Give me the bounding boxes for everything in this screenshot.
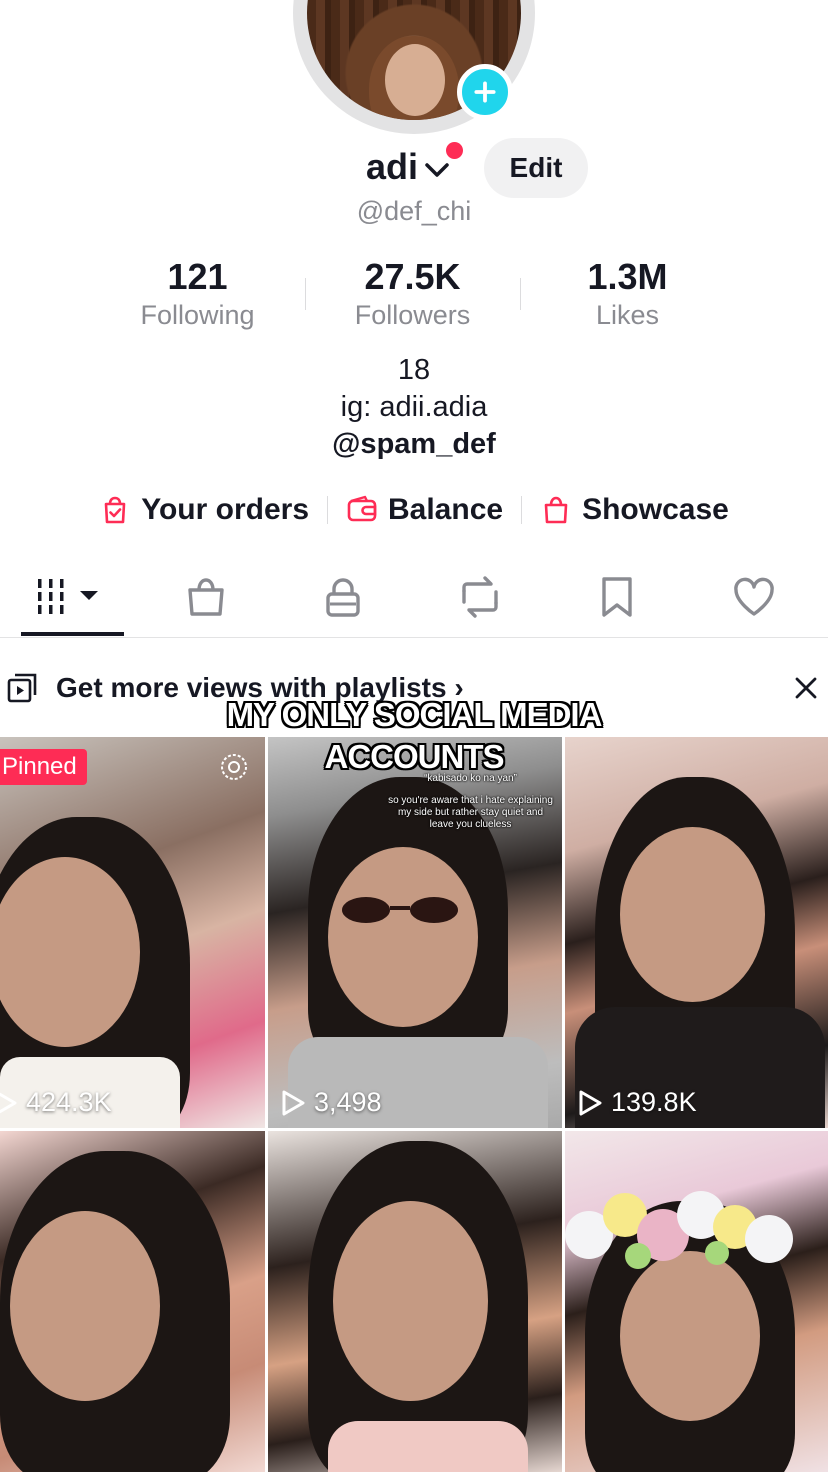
wallet-icon: [347, 495, 377, 522]
bio-line: 18: [397, 354, 431, 386]
avatar-face: [385, 44, 445, 116]
profile-avatar[interactable]: [293, 0, 535, 134]
bio-line: ig: adii.adia: [340, 391, 488, 423]
heart-icon: [733, 577, 774, 616]
edit-profile-button[interactable]: Edit: [484, 138, 588, 198]
view-count-text: 3,498: [314, 1087, 382, 1117]
bookmark-icon: [601, 577, 632, 617]
video-caption-text: so you're aware that i hate explaining m…: [388, 795, 553, 830]
sunglasses-icon: [342, 897, 458, 923]
overlay-caption-line: MY ONLY SOCIAL MEDIA: [226, 696, 603, 733]
tab-private[interactable]: [274, 560, 411, 634]
video-grid: Pinned 424.3K “kabisado ko na yan” so yo…: [0, 737, 828, 1472]
followers-count: 27.5K: [364, 256, 461, 297]
view-count-text: 139.8K: [611, 1087, 697, 1117]
video-caption: “kabisado ko na yan” so you're aware tha…: [388, 773, 553, 831]
shop-row: Your orders Balance Showcase: [0, 488, 828, 532]
orders-bag-icon: [104, 496, 126, 524]
following-label: Following: [140, 300, 255, 330]
repost-icon: [461, 576, 498, 618]
thumb-face: [620, 827, 765, 1002]
video-thumbnail[interactable]: 139.8K: [565, 737, 828, 1128]
followers-label: Followers: [354, 300, 471, 330]
username-handle: @def_chi: [356, 196, 472, 226]
video-thumbnail[interactable]: [0, 1131, 265, 1472]
videos-grid-icon: [37, 579, 98, 614]
display-name[interactable]: adi: [366, 146, 418, 188]
video-thumbnail[interactable]: Pinned 424.3K: [0, 737, 265, 1128]
followers-stat[interactable]: 27.5K Followers: [305, 256, 520, 336]
likes-count: 1.3M: [587, 256, 668, 297]
likes-label: Likes: [595, 300, 660, 330]
profile-bio: 18 ig: adii.adia @spam_def: [0, 352, 828, 463]
thumb-face: [328, 847, 478, 1027]
bio-mention-link[interactable]: @spam_def: [0, 426, 828, 463]
overlay-caption: MY ONLY SOCIAL MEDIA ACCOUNTS: [0, 694, 828, 778]
profile-stats: 121 Following 27.5K Followers 1.3M Likes: [90, 256, 735, 336]
following-count: 121: [167, 256, 228, 297]
chevron-down-icon[interactable]: [424, 160, 450, 180]
lock-icon: [325, 578, 360, 617]
profile-tabs: [0, 560, 828, 638]
showcase-bag-icon: [544, 496, 568, 524]
play-icon: [282, 1090, 305, 1115]
video-thumbnail[interactable]: [268, 1131, 562, 1472]
tab-reposts[interactable]: [411, 560, 548, 634]
tab-shop[interactable]: [137, 560, 274, 634]
balance-label: Balance: [388, 493, 504, 526]
video-thumbnail[interactable]: [565, 1131, 828, 1472]
play-icon: [579, 1090, 602, 1115]
add-avatar-button[interactable]: [457, 64, 513, 120]
following-stat[interactable]: 121 Following: [90, 256, 305, 336]
thumb-face: [333, 1201, 488, 1401]
name-row: adi Edit: [0, 138, 828, 198]
thumb-shirt: [328, 1421, 528, 1472]
shop-bag-icon: [187, 578, 224, 616]
plus-icon: [474, 81, 496, 103]
your-orders-button[interactable]: Your orders: [81, 493, 327, 527]
view-count: 139.8K: [577, 1087, 697, 1118]
view-count: 424.3K: [0, 1087, 112, 1118]
overlay-caption-line: ACCOUNTS: [324, 738, 505, 775]
your-orders-label: Your orders: [141, 493, 309, 526]
play-icon: [0, 1092, 17, 1113]
showcase-label: Showcase: [582, 493, 729, 526]
view-count: 3,498: [280, 1087, 382, 1118]
view-count-text: 424.3K: [26, 1087, 112, 1117]
video-thumbnail[interactable]: “kabisado ko na yan” so you're aware tha…: [268, 737, 562, 1128]
showcase-button[interactable]: Showcase: [522, 493, 747, 527]
tab-favorites[interactable]: [548, 560, 685, 634]
tab-liked[interactable]: [685, 560, 822, 634]
likes-stat[interactable]: 1.3M Likes: [520, 256, 735, 336]
notification-dot: [446, 142, 463, 159]
thumb-face: [620, 1251, 760, 1421]
thumb-face: [10, 1211, 160, 1401]
tab-videos[interactable]: [0, 560, 137, 636]
balance-button[interactable]: Balance: [328, 493, 521, 527]
